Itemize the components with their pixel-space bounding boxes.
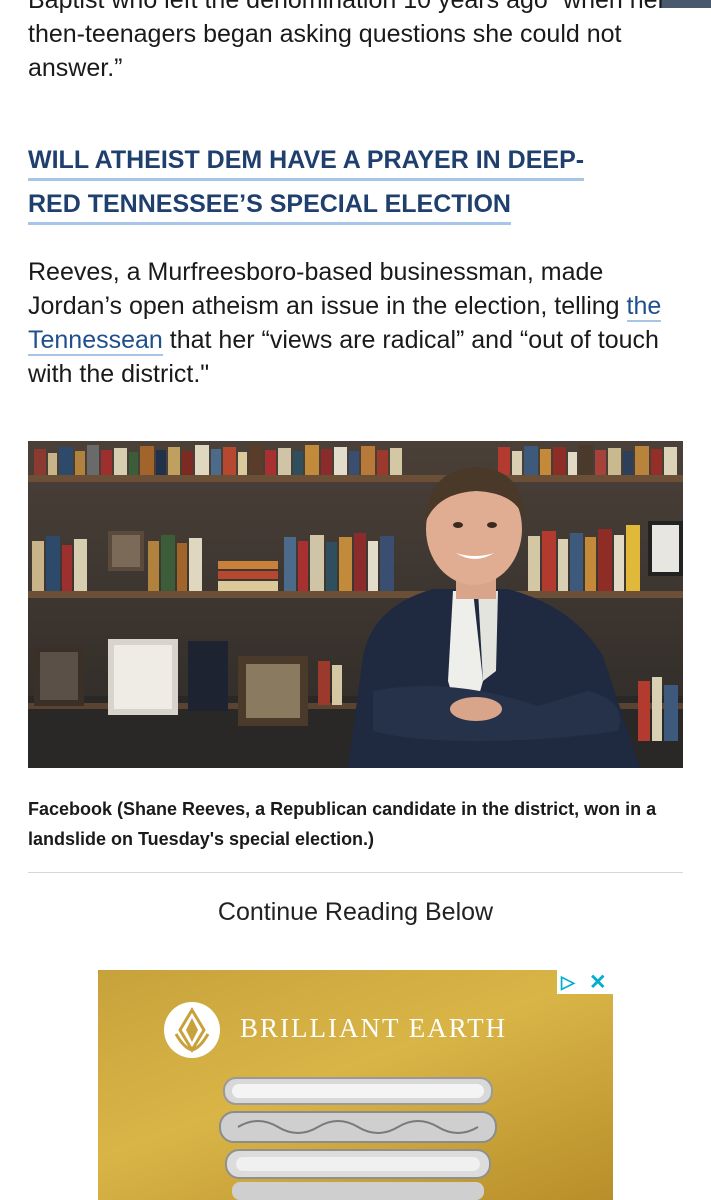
rings-image (219, 1077, 497, 1200)
ad-brand-name[interactable]: BRILLIANT EARTH (240, 1013, 507, 1044)
caption-text: (Shane Reeves, a Republican candidate in… (28, 799, 657, 849)
article-paragraph-top: Baptist who left the denomination 10 yea… (28, 0, 666, 82)
advertisement[interactable]: ▷ ✕ (98, 970, 613, 1200)
brilliant-earth-logo (164, 1002, 220, 1058)
divider (28, 872, 683, 873)
photo-caption: Facebook (Shane Reeves, a Republican can… (28, 794, 688, 854)
related-headline-line-1[interactable]: WILL ATHEIST DEM HAVE A PRAYER IN DEEP- (28, 143, 585, 181)
article-photo (28, 441, 683, 768)
related-article-link[interactable]: WILL ATHEIST DEM HAVE A PRAYER IN DEEP- … (28, 143, 668, 225)
caption-source: Facebook (28, 799, 113, 819)
ad-controls[interactable]: ▷ ✕ (557, 970, 613, 994)
close-icon[interactable]: ✕ (589, 970, 607, 995)
related-headline-line-2[interactable]: RED TENNESSEE’S SPECIAL ELECTION (28, 187, 511, 225)
body-text-before-link: Reeves, a Murfreesboro-based businessman… (28, 258, 627, 320)
continue-reading-label: Continue Reading Below (217, 898, 494, 926)
photo-illustration (28, 441, 683, 768)
adchoices-icon[interactable]: ▷ (561, 972, 575, 993)
article-paragraph-body: Reeves, a Murfreesboro-based businessman… (28, 255, 688, 391)
